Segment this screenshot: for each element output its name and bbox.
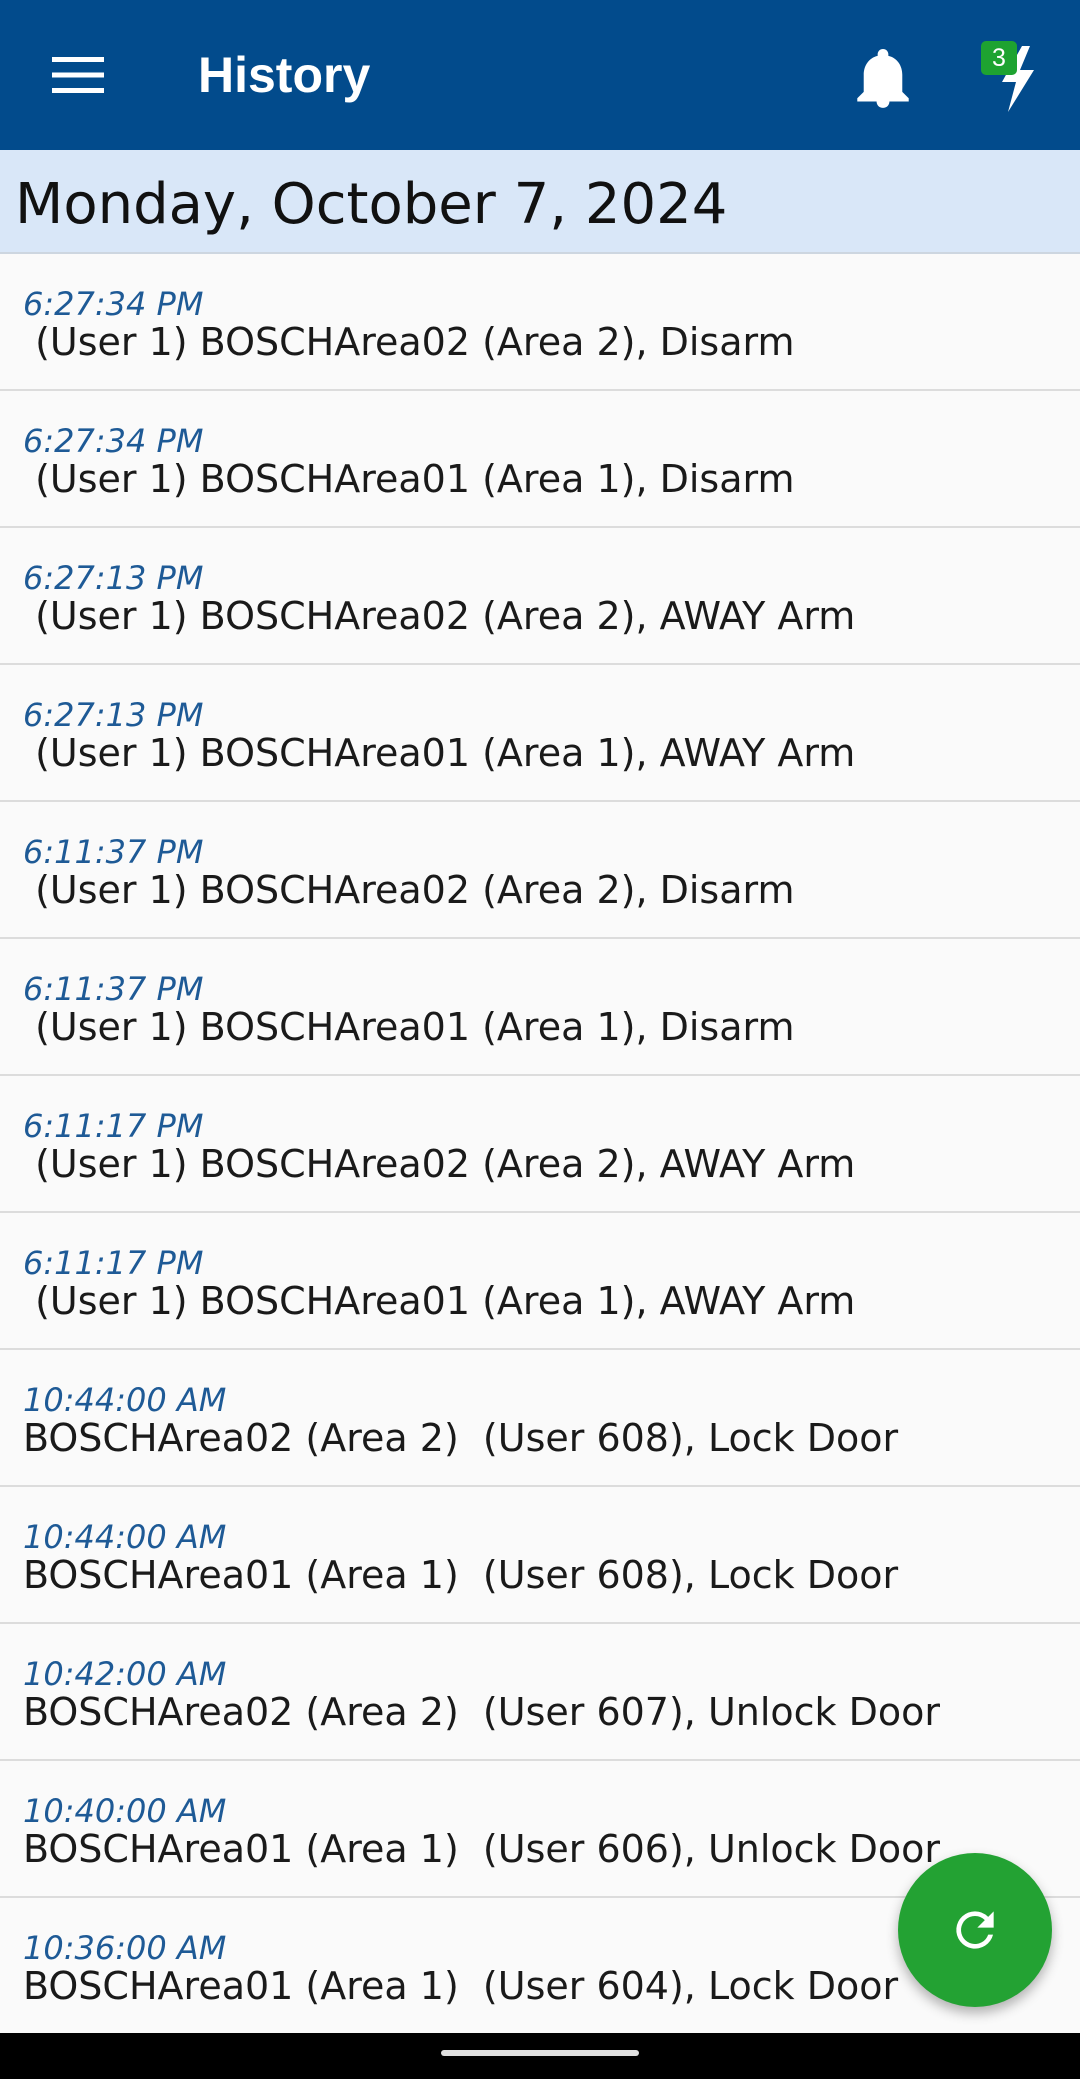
history-row[interactable]: 6:27:13 PM (User 1) BOSCHArea02 (Area 2)… <box>0 528 1080 665</box>
page-title: History <box>198 47 371 103</box>
history-row[interactable]: 6:11:37 PM (User 1) BOSCHArea01 (Area 1)… <box>0 939 1080 1076</box>
event-description: (User 1) BOSCHArea01 (Area 1), Disarm <box>23 1005 795 1049</box>
history-row[interactable]: 10:44:00 AM BOSCHArea02 (Area 2) (User 6… <box>0 1350 1080 1487</box>
event-description: (User 1) BOSCHArea01 (Area 1), AWAY Arm <box>23 731 856 775</box>
event-description: (User 1) BOSCHArea02 (Area 2), AWAY Arm <box>23 594 856 638</box>
event-description: (User 1) BOSCHArea02 (Area 2), Disarm <box>23 320 795 364</box>
event-description: BOSCHArea01 (Area 1) (User 608), Lock Do… <box>23 1553 899 1597</box>
app-bar: History 3 <box>0 0 1080 150</box>
history-row[interactable]: 6:11:17 PM (User 1) BOSCHArea01 (Area 1)… <box>0 1213 1080 1350</box>
actions-button[interactable]: 3 <box>968 34 1058 124</box>
bell-icon <box>857 49 909 108</box>
notifications-button[interactable] <box>838 34 928 124</box>
event-description: BOSCHArea01 (Area 1) (User 604), Lock Do… <box>23 1964 899 2008</box>
date-header-text: Monday, October 7, 2024 <box>15 172 728 237</box>
event-description: (User 1) BOSCHArea02 (Area 2), AWAY Arm <box>23 1142 856 1186</box>
event-description: BOSCHArea02 (Area 2) (User 608), Lock Do… <box>23 1416 899 1460</box>
event-description: BOSCHArea01 (Area 1) (User 606), Unlock … <box>23 1827 941 1871</box>
event-description: BOSCHArea02 (Area 2) (User 607), Unlock … <box>23 1690 941 1734</box>
date-section-header: Monday, October 7, 2024 <box>0 150 1080 254</box>
home-gesture-handle[interactable] <box>441 2050 639 2056</box>
history-row[interactable]: 6:27:34 PM (User 1) BOSCHArea02 (Area 2)… <box>0 254 1080 391</box>
menu-button[interactable] <box>30 30 126 120</box>
history-row[interactable]: 6:11:17 PM (User 1) BOSCHArea02 (Area 2)… <box>0 1076 1080 1213</box>
event-description: (User 1) BOSCHArea02 (Area 2), Disarm <box>23 868 795 912</box>
event-description: (User 1) BOSCHArea01 (Area 1), Disarm <box>23 457 795 501</box>
system-navigation-bar <box>0 2033 1080 2079</box>
notification-count-badge: 3 <box>981 41 1017 75</box>
history-row[interactable]: 6:27:13 PM (User 1) BOSCHArea01 (Area 1)… <box>0 665 1080 802</box>
hamburger-menu-icon <box>52 57 104 93</box>
refresh-button[interactable] <box>898 1853 1052 2007</box>
history-list: 6:27:34 PM (User 1) BOSCHArea02 (Area 2)… <box>0 254 1080 2035</box>
history-row[interactable]: 6:27:34 PM (User 1) BOSCHArea01 (Area 1)… <box>0 391 1080 528</box>
event-description: (User 1) BOSCHArea01 (Area 1), AWAY Arm <box>23 1279 856 1323</box>
history-row[interactable]: 10:44:00 AM BOSCHArea01 (Area 1) (User 6… <box>0 1487 1080 1624</box>
refresh-icon <box>956 1911 994 1949</box>
history-row[interactable]: 10:42:00 AM BOSCHArea02 (Area 2) (User 6… <box>0 1624 1080 1761</box>
history-row[interactable]: 6:11:37 PM (User 1) BOSCHArea02 (Area 2)… <box>0 802 1080 939</box>
